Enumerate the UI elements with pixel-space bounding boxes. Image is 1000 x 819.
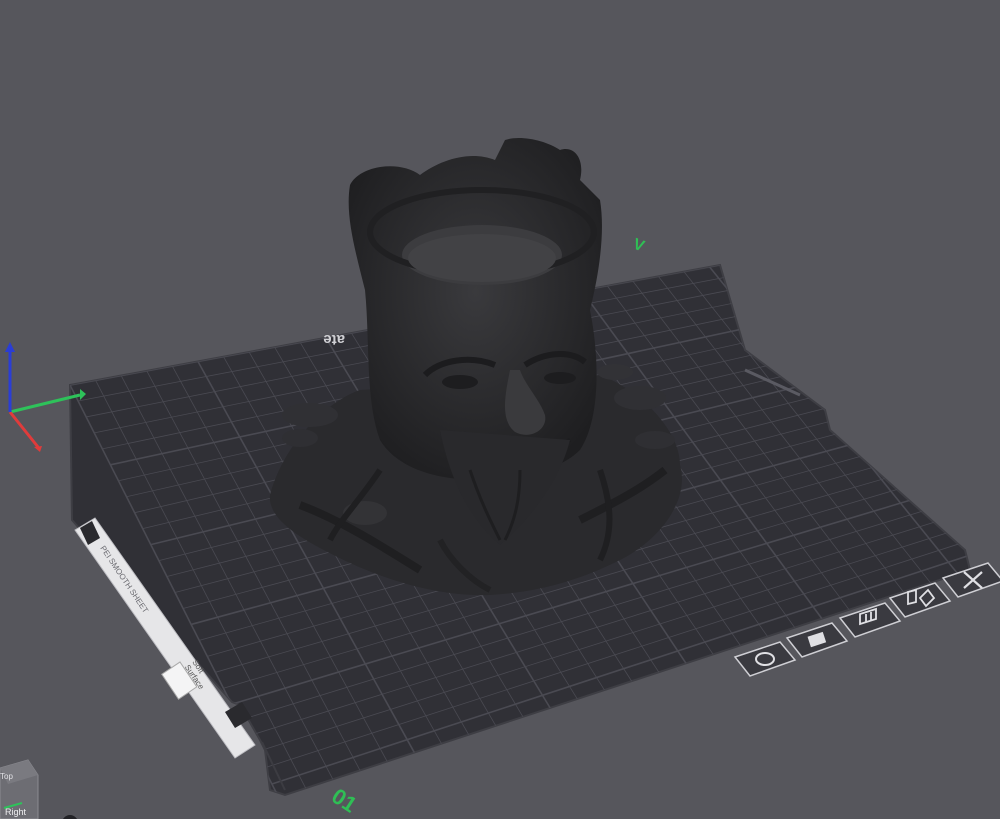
view-cube-top-label[interactable]: Top	[0, 772, 13, 781]
bed-brand-text: ate	[323, 331, 345, 348]
3d-viewport[interactable]: ate PEI SMOOTH SHEET SoftSurface 01 V To…	[0, 0, 1000, 819]
view-cube-right-label[interactable]: Right	[5, 807, 27, 817]
view-cube[interactable]: Top Right	[0, 759, 39, 819]
